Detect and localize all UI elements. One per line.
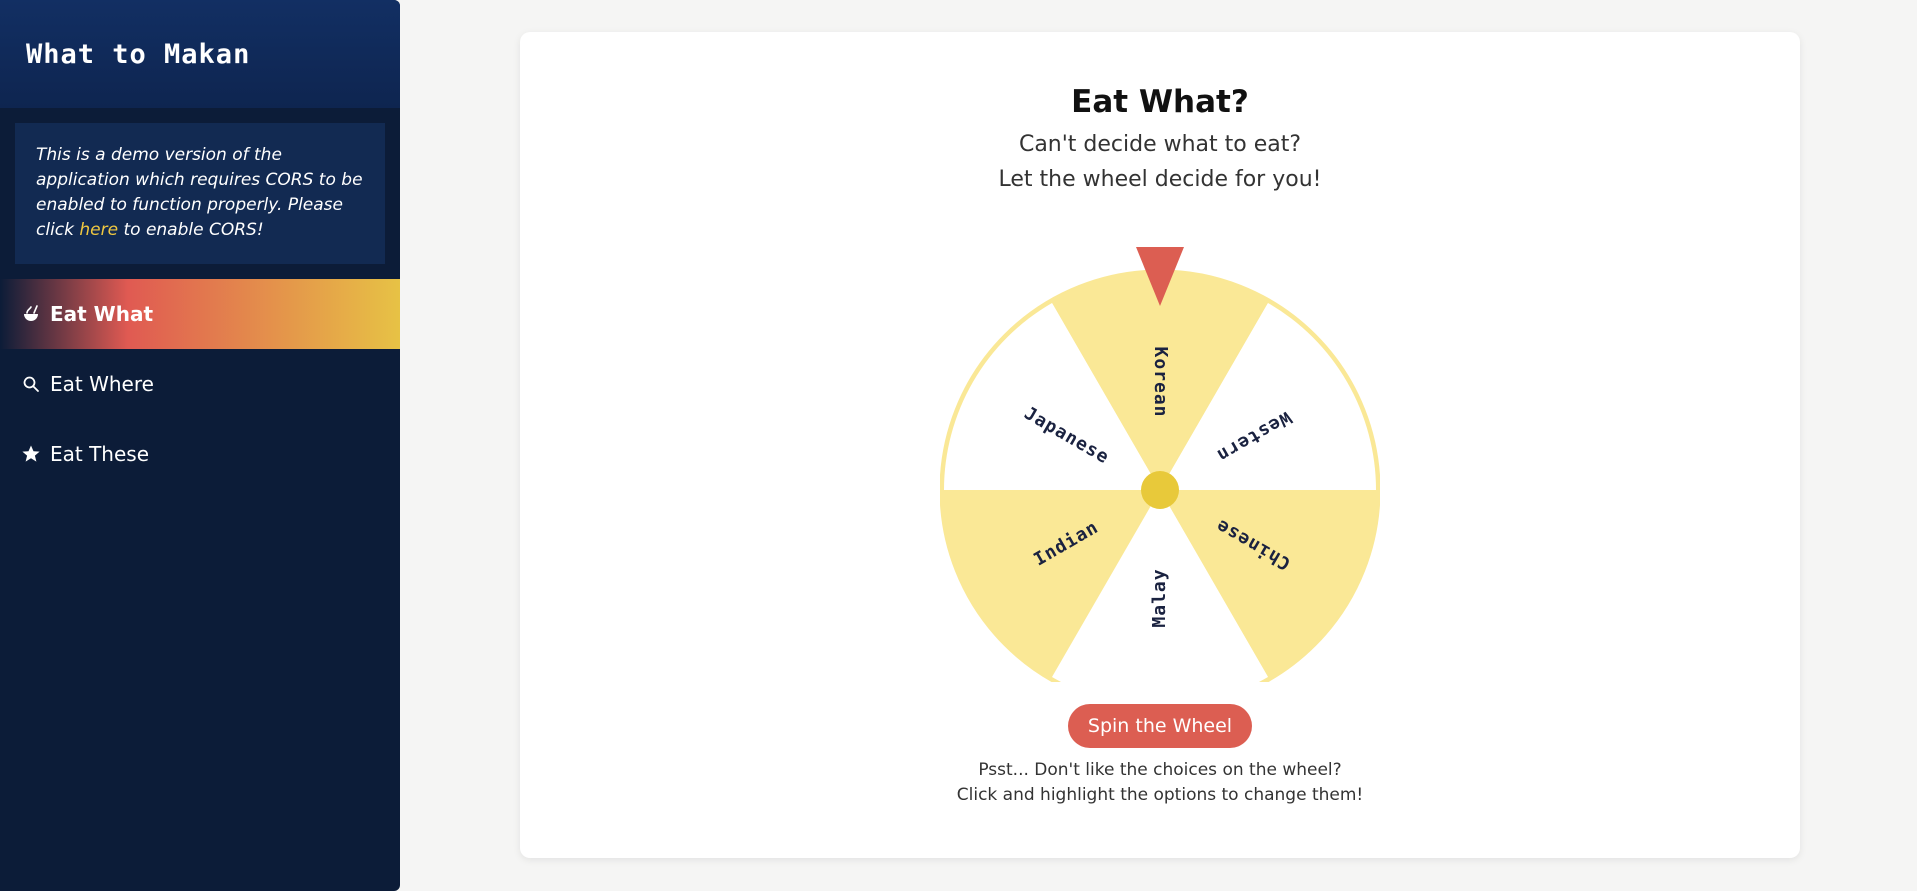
sidebar-item-label: Eat Where bbox=[50, 372, 154, 396]
search-icon bbox=[21, 374, 41, 394]
eat-what-card: Eat What? Can't decide what to eat? Let … bbox=[520, 32, 1800, 858]
sidebar-nav: Eat What Eat Where Eat These bbox=[0, 279, 400, 489]
sidebar-item-eat-what[interactable]: Eat What bbox=[0, 279, 400, 349]
sidebar-item-eat-these[interactable]: Eat These bbox=[0, 419, 400, 489]
star-icon bbox=[21, 444, 41, 464]
app-title: What to Makan bbox=[26, 38, 251, 70]
hint-line-1: Psst... Don't like the choices on the wh… bbox=[978, 760, 1342, 780]
enable-cors-link[interactable]: here bbox=[79, 220, 118, 240]
subtitle-line-2: Let the wheel decide for you! bbox=[998, 167, 1322, 192]
notice-text-after: to enable CORS! bbox=[118, 220, 264, 240]
food-wheel[interactable]: KoreanWesternChineseMalayIndianJapanese bbox=[940, 212, 1380, 682]
spin-wheel-button[interactable]: Spin the Wheel bbox=[1068, 704, 1252, 748]
page-title: Eat What? bbox=[1071, 84, 1249, 120]
sidebar-item-label: Eat These bbox=[50, 442, 150, 466]
sidebar-item-eat-where[interactable]: Eat Where bbox=[0, 349, 400, 419]
cors-notice: This is a demo version of the applicatio… bbox=[15, 123, 385, 264]
hint-line-2: Click and highlight the options to chang… bbox=[956, 785, 1364, 805]
sidebar: What to Makan This is a demo version of … bbox=[0, 0, 400, 891]
wheel-hub bbox=[1141, 471, 1179, 509]
wheel-label-korean[interactable]: Korean bbox=[1150, 346, 1171, 417]
sidebar-item-label: Eat What bbox=[50, 302, 154, 326]
wheel-label-malay[interactable]: Malay bbox=[1149, 568, 1170, 627]
brand-header: What to Makan bbox=[0, 0, 400, 108]
subtitle-line-1: Can't decide what to eat? bbox=[1018, 132, 1302, 157]
food-bowl-icon bbox=[21, 304, 41, 324]
